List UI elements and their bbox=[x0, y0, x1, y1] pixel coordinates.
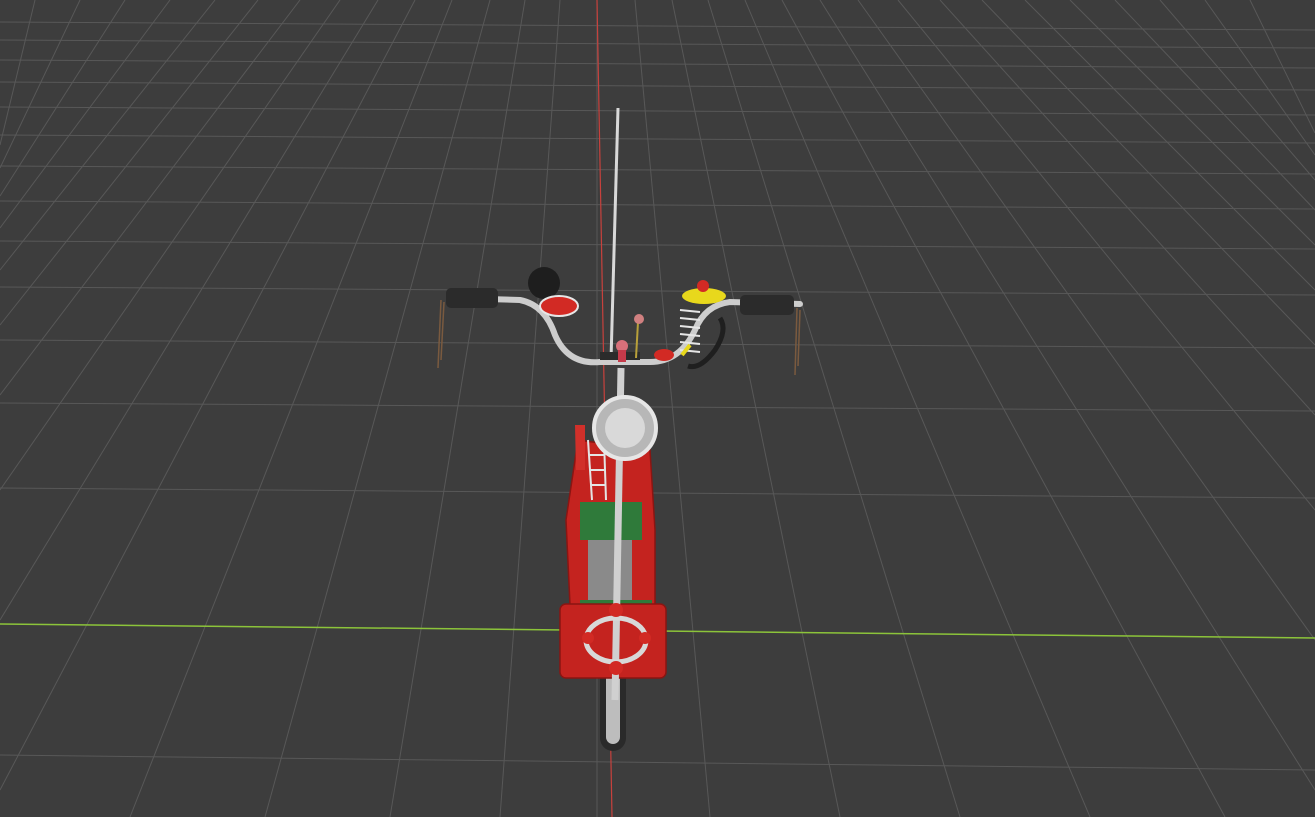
bell bbox=[539, 295, 579, 317]
antenna bbox=[609, 107, 620, 361]
right-grip bbox=[740, 295, 794, 315]
footboard-mesh bbox=[580, 502, 642, 540]
left-grip bbox=[446, 288, 498, 308]
3d-viewport[interactable] bbox=[0, 0, 1315, 817]
floor-grid bbox=[0, 0, 1315, 817]
mirror bbox=[528, 267, 560, 299]
